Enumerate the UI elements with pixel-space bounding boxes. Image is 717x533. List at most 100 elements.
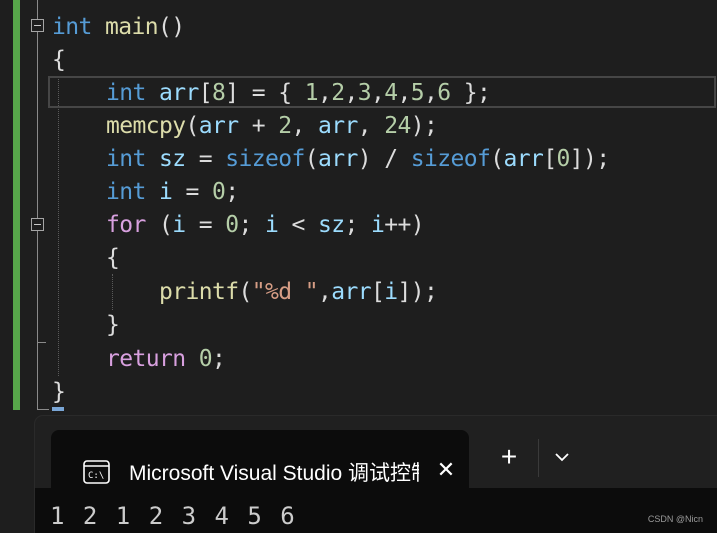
code-token: i (265, 212, 279, 238)
terminal-window: C:\ Microsoft Visual Studio 调试控制台 ✕ + 1 … (35, 416, 717, 533)
code-token: , (317, 80, 332, 106)
code-token: arr (317, 146, 358, 172)
code-token: int (106, 179, 146, 205)
code-token: [ (198, 80, 213, 106)
code-editor[interactable]: int main() { int arr[8] = { 1,2,3,4,5,6 … (0, 0, 717, 413)
code-token: 1 (304, 80, 319, 106)
code-token: ]); (397, 279, 438, 305)
code-token: 0 (556, 146, 570, 172)
code-token: i (384, 279, 398, 305)
code-line: int sz = sizeof(arr) / sizeof(arr[0]); (106, 143, 610, 176)
code-token: ] = { (225, 80, 305, 106)
code-token: 0 (225, 212, 239, 238)
code-token: sz (159, 146, 186, 172)
chevron-down-icon[interactable] (547, 442, 577, 472)
code-token: { (52, 47, 66, 73)
code-token: } (106, 312, 120, 338)
change-indicator-bar (13, 0, 20, 410)
code-line: { (52, 44, 66, 77)
svg-text:C:\: C:\ (88, 471, 104, 481)
collapse-icon[interactable] (31, 218, 44, 231)
watermark: CSDN @Nicn (647, 514, 703, 524)
code-token: ( (304, 146, 319, 172)
code-token: } (52, 379, 66, 405)
code-token: arr (317, 113, 358, 139)
tab-divider (538, 439, 539, 477)
terminal-tab[interactable]: C:\ Microsoft Visual Studio 调试控制台 ✕ (51, 430, 469, 488)
code-token: 24 (384, 113, 411, 139)
plus-icon[interactable]: + (494, 442, 524, 472)
code-line: { (106, 242, 120, 275)
code-token: arr (331, 279, 371, 305)
code-token: ); (410, 113, 438, 139)
code-token: { (106, 245, 120, 271)
code-token: arr (159, 80, 199, 106)
code-token: ; (344, 212, 371, 238)
outline-tick (37, 409, 49, 410)
code-token: , (423, 80, 438, 106)
code-line: for (i = 0; i < sz; i++) (106, 209, 425, 242)
code-token: 4 (384, 80, 398, 106)
code-line: int i = 0; (106, 176, 239, 209)
code-token: , (291, 113, 318, 139)
code-line: } (52, 376, 66, 409)
code-token: ; (238, 212, 265, 238)
code-token: , (344, 80, 358, 106)
code-token: arr (503, 146, 544, 172)
code-token: = (172, 179, 212, 205)
code-token: ( (490, 146, 504, 172)
code-token: 3 (357, 80, 372, 106)
code-token: ; (211, 346, 226, 372)
code-token: ( (185, 113, 199, 139)
code-line: return 0; (106, 343, 226, 376)
code-token: 8 (212, 80, 226, 106)
code-token: + (238, 113, 279, 139)
code-token: printf (159, 279, 239, 305)
code-token: , (357, 113, 385, 139)
code-token: int (52, 14, 92, 40)
code-token: , (370, 80, 385, 106)
code-line: int arr[8] = { 1,2,3,4,5,6 }; (106, 77, 491, 110)
collapse-icon[interactable] (31, 19, 44, 32)
code-token: main (105, 14, 159, 40)
code-token: [ (543, 146, 557, 172)
code-token: , (317, 279, 332, 305)
outline-line (37, 231, 38, 409)
code-token: 0 (212, 179, 226, 205)
code-token: ; (225, 179, 239, 205)
code-token: ( (145, 212, 173, 238)
code-token: 0 (198, 346, 213, 372)
code-token: i (159, 179, 173, 205)
terminal-tab-title: Microsoft Visual Studio 调试控制台 (129, 462, 419, 485)
console-icon: C:\ (83, 460, 110, 484)
code-token: () (158, 14, 185, 40)
code-token: 2 (331, 80, 345, 106)
code-token: "%d " (251, 279, 319, 305)
code-token: ( (238, 279, 252, 305)
code-token: for (106, 212, 146, 238)
code-token: [ (370, 279, 385, 305)
terminal-body[interactable]: 1 2 1 2 3 4 5 6 (35, 488, 717, 533)
code-token: = (185, 212, 226, 238)
code-token: sizeof (225, 146, 305, 172)
code-line: int main() (52, 11, 185, 44)
outline-line (37, 32, 38, 218)
indent-guide (112, 274, 113, 310)
outline-tick (37, 342, 46, 343)
close-icon[interactable]: ✕ (435, 459, 457, 481)
code-line: } (106, 309, 120, 342)
code-line: printf("%d ",arr[i]); (159, 276, 438, 309)
code-token: 5 (410, 80, 425, 106)
code-token: = (185, 146, 226, 172)
code-token: 2 (278, 113, 292, 139)
code-token: < (278, 212, 318, 238)
code-token: ++) (384, 212, 424, 238)
outline-line (37, 0, 38, 19)
code-token: ]); (569, 146, 610, 172)
code-token: }; (450, 80, 491, 106)
